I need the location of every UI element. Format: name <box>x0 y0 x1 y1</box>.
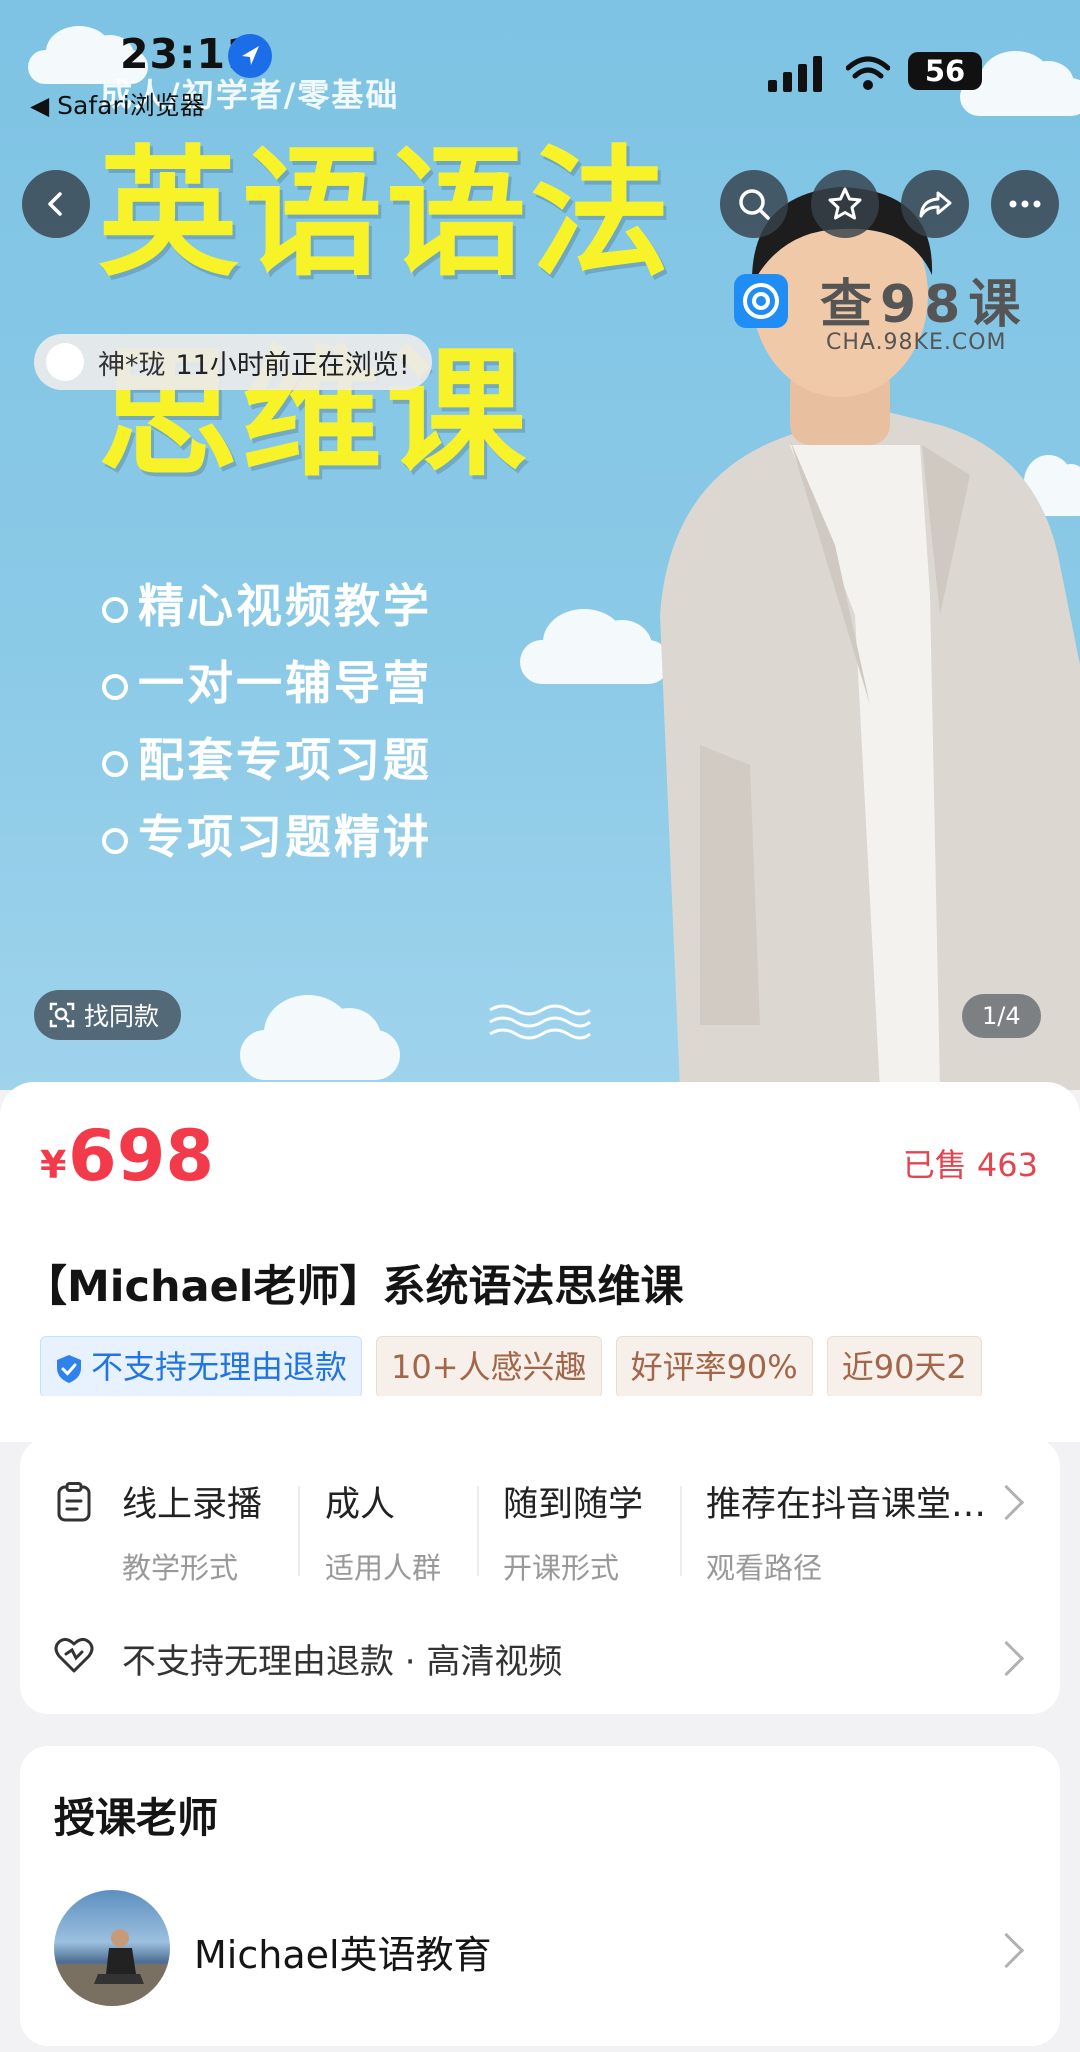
watermark-text: 查98课 <box>820 275 1029 335</box>
hero-feature: 精心视频教学 <box>102 570 432 636</box>
price: 698 <box>68 1115 215 1197</box>
share-icon <box>919 191 952 218</box>
waves-decoration <box>489 1004 591 1040</box>
avatar <box>46 343 84 381</box>
info-item-format: 线上录播 教学形式 <box>122 1485 263 1585</box>
share-button[interactable] <box>901 170 969 238</box>
scan-icon <box>49 1002 75 1028</box>
search-button[interactable] <box>720 170 788 238</box>
rating-tag[interactable]: 好评率90% <box>615 1336 813 1396</box>
back-to-safari-link[interactable]: ◀ Safari浏览器 <box>30 86 205 122</box>
recent-sales-tag[interactable]: 近90天2 <box>826 1336 982 1396</box>
find-similar-label: 找同款 <box>84 1002 160 1031</box>
recent-browse-notice: 神*珑 11小时前正在浏览! <box>34 334 432 390</box>
refund-policy-tag[interactable]: 不支持无理由退款 <box>40 1336 363 1396</box>
sold-count: 已售 463 <box>902 1146 1038 1184</box>
divider <box>298 1486 300 1576</box>
hero-feature: 一对一辅导营 <box>102 647 432 713</box>
info-item-watch-path: 推荐在抖音课堂… 观看路径 <box>706 1485 987 1585</box>
back-button[interactable] <box>22 170 90 238</box>
more-button[interactable] <box>991 170 1059 238</box>
location-arrow-icon <box>228 34 272 78</box>
favorite-button[interactable] <box>811 170 879 238</box>
divider <box>680 1486 682 1576</box>
watermark-url: CHA.98KE.COM <box>826 330 1007 355</box>
cloud-decoration <box>240 995 400 1080</box>
wifi-icon <box>846 56 890 90</box>
service-row[interactable]: 不支持无理由退款 · 高清视频 <box>122 1634 562 1683</box>
info-item-schedule: 随到随学 开课形式 <box>503 1485 644 1585</box>
interest-tag[interactable]: 10+人感兴趣 <box>376 1336 602 1396</box>
divider <box>477 1486 479 1576</box>
heart-icon <box>54 1637 94 1673</box>
hero-feature: 配套专项习题 <box>102 724 432 790</box>
browse-text: 11小时前正在浏览! <box>175 349 410 381</box>
status-bar: 23:11 ◀ Safari浏览器 56 <box>0 0 1080 120</box>
page-indicator: 1/4 <box>962 994 1041 1038</box>
search-icon <box>739 189 770 220</box>
signal-icon <box>768 56 822 92</box>
tag-row: 不支持无理由退款 10+人感兴趣 好评率90% 近90天2 <box>40 1336 1042 1396</box>
find-similar-button[interactable]: 找同款 <box>34 990 182 1040</box>
star-icon <box>828 187 862 220</box>
battery-indicator: 56 <box>908 52 982 90</box>
info-item-audience: 成人 适用人群 <box>325 1485 442 1585</box>
hero-feature: 专项习题精讲 <box>102 801 432 867</box>
hero-title-line1: 英语语法 <box>98 133 675 296</box>
shield-check-icon <box>57 1355 81 1383</box>
product-title: 【Michael老师】系统语法思维课 <box>24 1262 684 1312</box>
avatar[interactable] <box>54 1890 170 2006</box>
teacher-name[interactable]: Michael英语教育 <box>194 1924 492 1979</box>
back-arrow-icon <box>48 192 62 216</box>
browse-user: 神*珑 <box>98 349 166 381</box>
hero-banner[interactable]: 成人/初学者/零基础 英语语法 思维课 精心视频教学 一对一辅导营 配套专项习题… <box>0 0 1080 1090</box>
currency-symbol: ¥ <box>40 1143 67 1187</box>
more-icon <box>1009 200 1041 208</box>
teacher-section-heading: 授课老师 <box>54 1794 218 1842</box>
clipboard-icon <box>57 1482 91 1522</box>
watermark-logo-icon <box>734 274 788 328</box>
